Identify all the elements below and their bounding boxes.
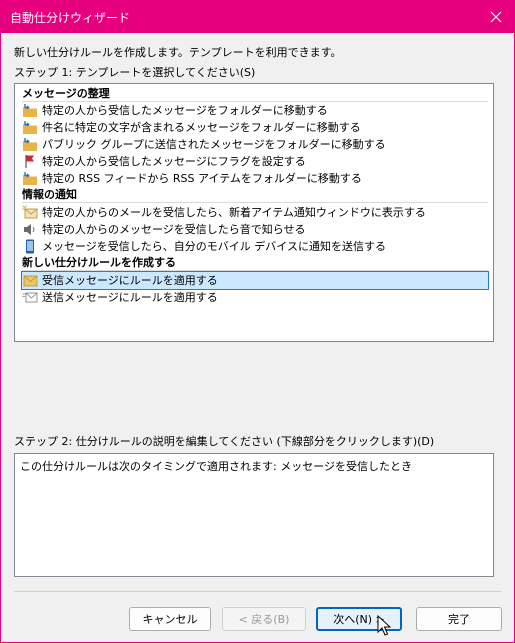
template-list[interactable]: メッセージの整理 特定の人から受信したメッセージをフォルダーに移動する 件名に特… [14,83,494,342]
mouse-cursor-icon [377,615,391,636]
template-item[interactable]: 特定の人から受信したメッセージにフラグを設定する [22,153,306,170]
mail-alert-icon [22,205,38,220]
template-item[interactable]: 特定の人からのメールを受信したら、新着アイテム通知ウィンドウに表示する [22,204,426,221]
template-item[interactable]: 件名に特定の文字が含まれるメッセージをフォルダーに移動する [22,119,361,136]
rules-wizard-window: 自動仕分けウィザード 新しい仕分けルールを作成します。テンプレートを利用できます… [0,0,515,643]
template-item[interactable]: パブリック グループに送信されたメッセージをフォルダーに移動する [22,136,386,153]
cancel-button[interactable]: キャンセル [129,607,211,631]
incoming-mail-icon [22,273,38,288]
folder-move-icon [22,171,38,186]
template-item-selected[interactable]: 受信メッセージにルールを適用する [21,271,489,290]
folder-move-icon [22,120,38,135]
template-item[interactable]: 特定の RSS フィードから RSS アイテムをフォルダーに移動する [22,170,362,187]
template-item[interactable]: メッセージを受信したら、自分のモバイル デバイスに通知を送信する [22,238,386,255]
close-button[interactable] [478,1,514,32]
close-icon [490,11,502,22]
group-heading: 新しい仕分けルールを作成する [22,256,176,269]
outgoing-mail-icon [22,290,38,305]
title-bar: 自動仕分けウィザード [1,1,514,33]
rule-description-box[interactable]: この仕分けルールは次のタイミングで適用されます: メッセージを受信したとき [14,453,494,577]
mobile-device-icon [22,239,38,254]
flag-icon [22,154,38,169]
back-button[interactable]: < 戻る(B) [222,607,306,631]
intro-text: 新しい仕分けルールを作成します。テンプレートを利用できます。 [14,46,342,59]
step2-label: ステップ 2: 仕分けルールの説明を編集してください (下線部分をクリックします… [14,435,435,448]
group-heading: メッセージの整理 [22,87,110,100]
template-item[interactable]: 送信メッセージにルールを適用する [22,289,218,306]
finish-button[interactable]: 完了 [416,607,502,631]
speaker-icon [22,222,38,237]
window-title: 自動仕分けウィザード [10,11,131,25]
separator [14,591,501,592]
template-item[interactable]: 特定の人から受信したメッセージをフォルダーに移動する [22,102,328,119]
template-item[interactable]: 特定の人からのメッセージを受信したら音で知らせる [22,221,306,238]
group-heading: 情報の通知 [22,188,77,201]
step1-label: ステップ 1: テンプレートを選択してください(S) [14,66,256,79]
folder-move-icon [22,103,38,118]
folder-move-icon [22,137,38,152]
rule-description-text: この仕分けルールは次のタイミングで適用されます: メッセージを受信したとき [20,460,412,473]
